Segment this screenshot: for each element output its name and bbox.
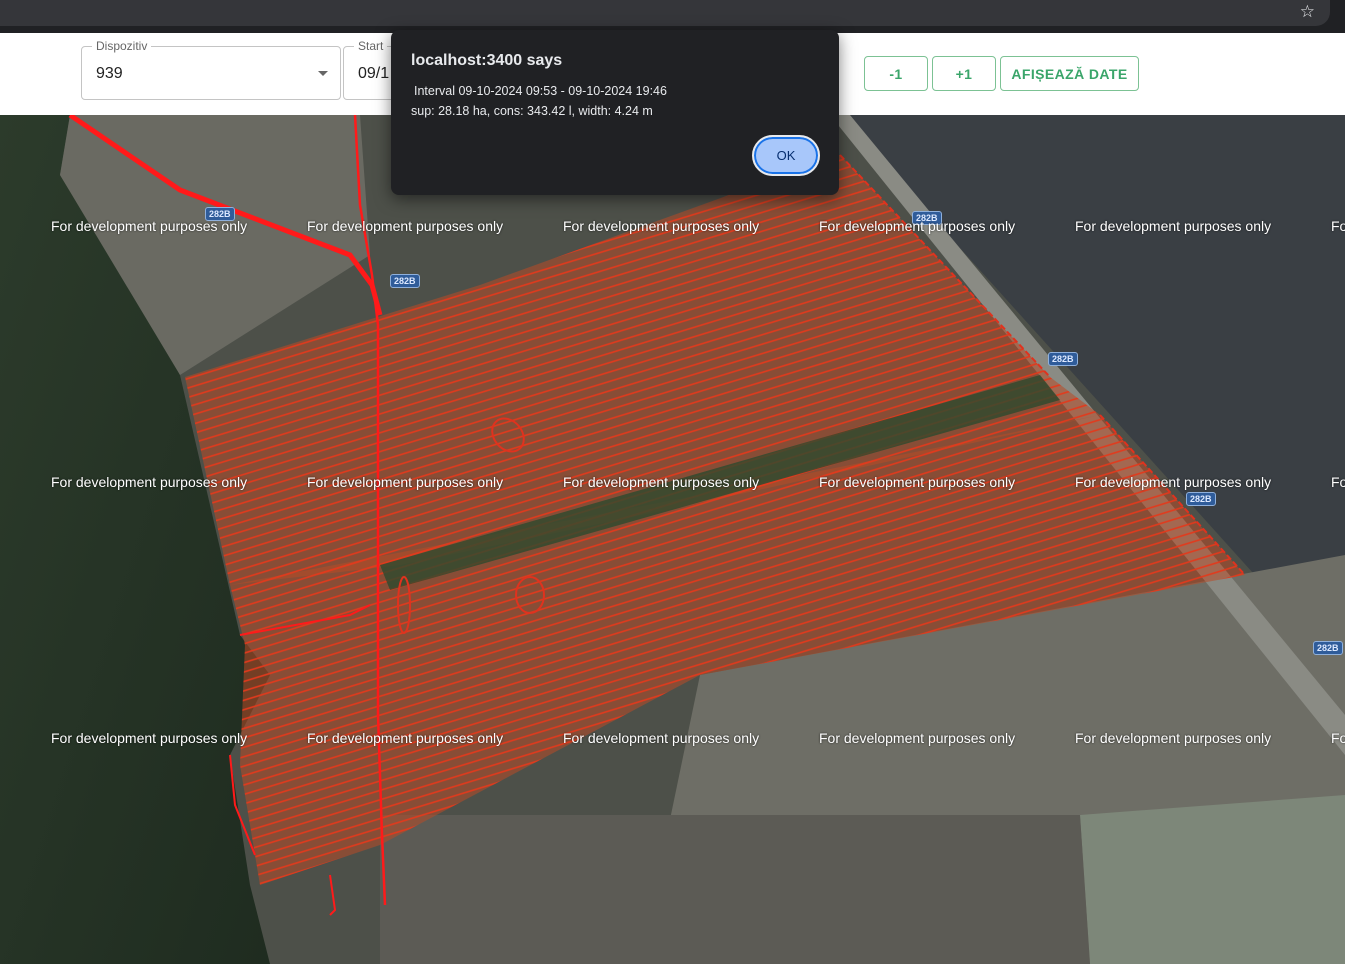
plus-one-button[interactable]: +1 — [932, 56, 996, 91]
road-label: 282B — [390, 274, 420, 288]
browser-chrome: ☆ — [0, 0, 1345, 33]
watermark: For development purposes only — [307, 474, 504, 490]
watermark: For development purposes only — [51, 218, 248, 234]
watermark: Fo — [1331, 218, 1345, 234]
watermark: For development purposes only — [563, 730, 760, 746]
watermark: Fo — [1331, 474, 1345, 490]
watermark: Fo — [1331, 730, 1345, 746]
watermark: For development purposes only — [819, 474, 1016, 490]
road-label: 282B — [1048, 352, 1078, 366]
watermark: For development purposes only — [51, 474, 248, 490]
dialog-interval-text: Interval 09-10-2024 09:53 - 09-10-2024 1… — [414, 84, 667, 98]
device-value: 939 — [96, 65, 123, 82]
watermark: For development purposes only — [307, 730, 504, 746]
watermark: For development purposes only — [1075, 218, 1272, 234]
show-data-button[interactable]: AFIȘEAZĂ DATE — [1000, 56, 1139, 91]
chevron-down-icon — [318, 71, 328, 76]
watermark: For development purposes only — [1075, 474, 1272, 490]
start-label: Start — [354, 39, 388, 53]
dialog-title: localhost:3400 says — [411, 52, 563, 69]
star-icon[interactable]: ☆ — [1300, 2, 1315, 22]
alert-dialog: localhost:3400 says Interval 09-10-2024 … — [391, 30, 839, 195]
road-label: 282B — [1186, 492, 1216, 506]
watermark: For development purposes only — [563, 218, 760, 234]
watermark: For development purposes only — [563, 474, 760, 490]
watermark: For development purposes only — [819, 730, 1016, 746]
road-label: 282B — [1313, 641, 1343, 655]
device-label: Dispozitiv — [92, 39, 152, 53]
device-select[interactable]: Dispozitiv 939 — [81, 39, 341, 100]
start-value: 09/1 — [358, 65, 390, 82]
browser-address-bar — [0, 0, 1330, 26]
minus-one-button[interactable]: -1 — [864, 56, 928, 91]
watermark: For development purposes only — [51, 730, 248, 746]
dialog-stats-text: sup: 28.18 ha, cons: 343.42 l, width: 4.… — [411, 104, 653, 118]
watermark: For development purposes only — [307, 218, 504, 234]
satellite-map — [0, 115, 1345, 964]
ok-button[interactable]: OK — [752, 135, 820, 176]
watermark: For development purposes only — [1075, 730, 1272, 746]
map-view[interactable]: 282B 282B 282B 282B 282B 282B For develo… — [0, 115, 1345, 964]
watermark: For development purposes only — [819, 218, 1016, 234]
